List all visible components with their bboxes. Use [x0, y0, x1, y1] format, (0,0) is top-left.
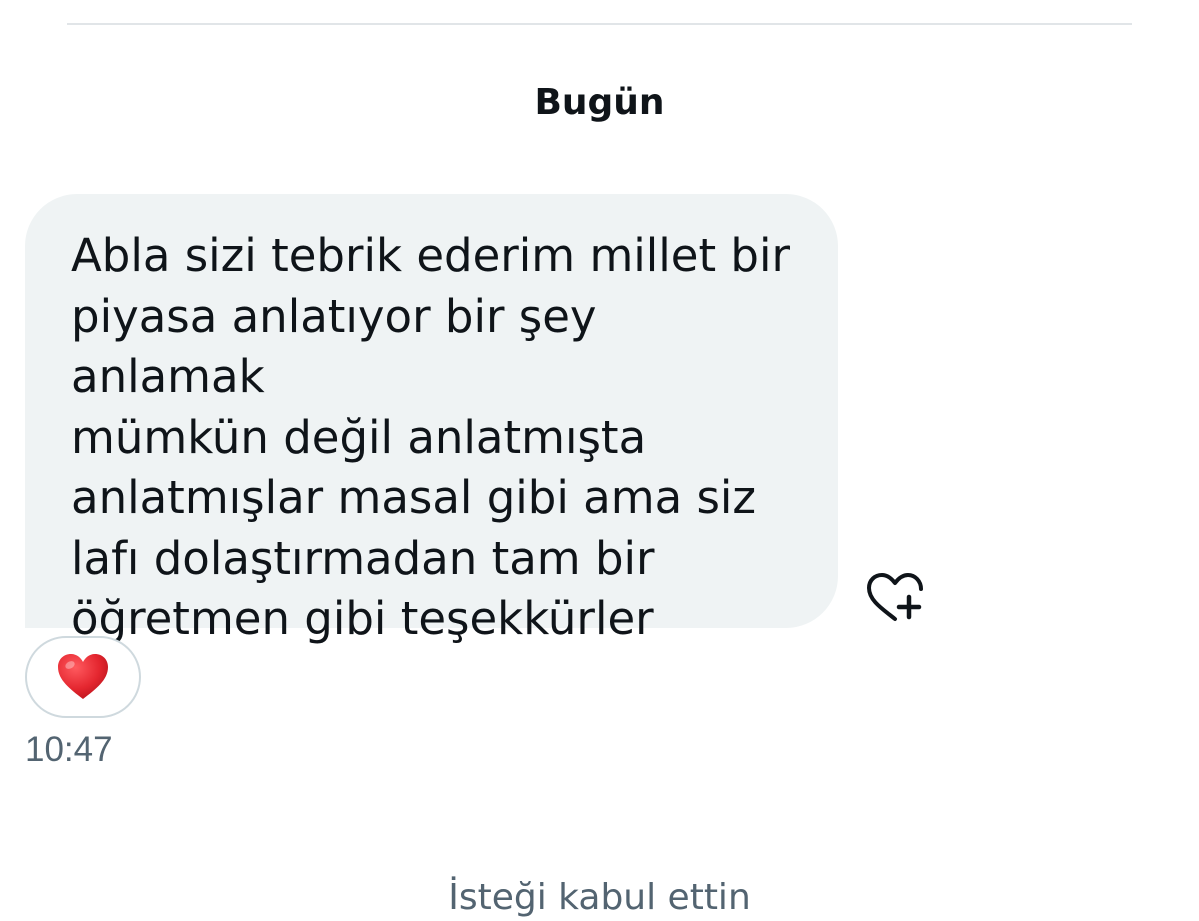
red-heart-emoji [58, 654, 108, 699]
message-timestamp: 10:47 [25, 730, 113, 769]
reaction-pill[interactable] [25, 636, 141, 718]
date-separator: Bugün [534, 82, 665, 123]
heart-plus-icon [867, 573, 923, 621]
message-bubble[interactable]: Abla sizi tebrik ederim millet bir piyas… [25, 194, 838, 645]
add-reaction-button[interactable] [864, 571, 926, 623]
request-accepted-notice: İsteği kabul ettin [448, 877, 751, 918]
message-text: Abla sizi tebrik ederim millet bir piyas… [71, 229, 790, 645]
top-divider [67, 23, 1132, 25]
